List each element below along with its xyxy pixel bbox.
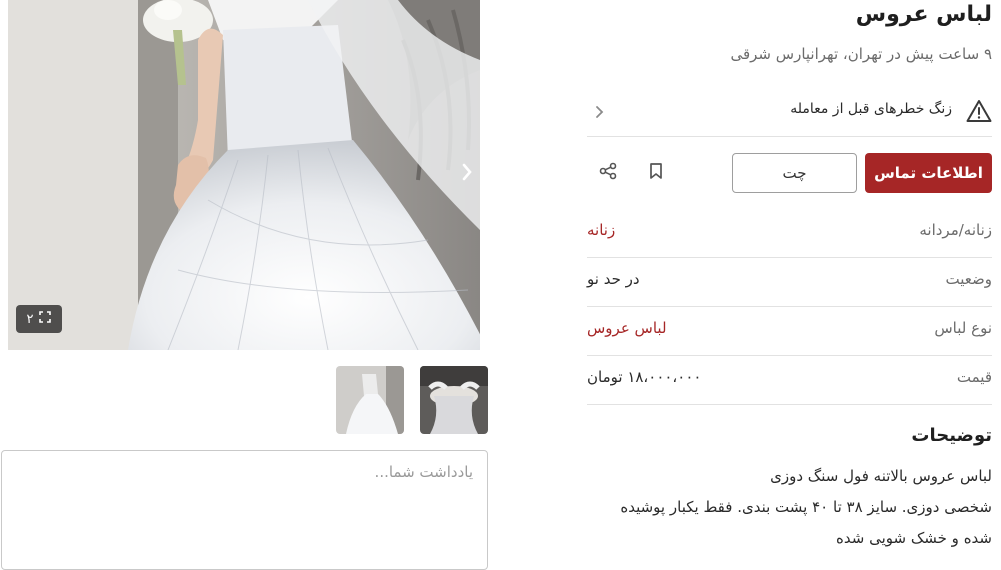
thumbnail-1[interactable] — [420, 366, 488, 434]
note-box[interactable]: یادداشت شما... — [1, 450, 488, 570]
note-input[interactable]: یادداشت شما... — [375, 463, 473, 481]
description-line: شده و خشک شویی شده — [836, 529, 992, 547]
description-line: لباس عروس بالاتنه فول سنگ دوزی — [770, 467, 992, 485]
attribute-key: نوع لباس — [934, 319, 992, 337]
bookmark-button[interactable] — [643, 160, 669, 186]
wedding-dress-photo — [8, 0, 480, 350]
description-heading: توضیحات — [911, 425, 992, 446]
share-button[interactable] — [595, 160, 621, 186]
image-counter[interactable]: ۲ — [16, 305, 62, 333]
bookmark-icon — [648, 162, 664, 184]
chevron-right-icon — [593, 104, 605, 120]
fullscreen-icon — [39, 311, 52, 327]
attribute-row-dress-type: نوع لباس لباس عروس — [587, 306, 992, 356]
contact-info-button[interactable]: اطلاعات تماس — [865, 153, 992, 193]
safety-tips-label: زنگ خطرهای قبل از معامله — [790, 101, 952, 117]
attribute-row-gender: زنانه/مردانه زنانه — [587, 208, 992, 258]
attribute-row-price: قیمت ۱۸،۰۰۰،۰۰۰ تومان — [587, 355, 992, 405]
chevron-right-icon[interactable] — [460, 162, 474, 182]
thumbnail-2[interactable] — [336, 366, 404, 434]
attribute-value-link[interactable]: زنانه — [587, 221, 615, 239]
listing-title: لباس عروس — [855, 2, 992, 27]
listing-subtitle: ۹ ساعت پیش در تهران، تهرانپارس شرقی — [730, 45, 992, 63]
attribute-key: زنانه/مردانه — [919, 221, 992, 239]
warning-triangle-icon — [966, 99, 992, 123]
attribute-value: در حد نو — [587, 270, 640, 288]
safety-tips-row[interactable]: زنگ خطرهای قبل از معامله — [587, 88, 992, 137]
image-count: ۲ — [26, 311, 34, 327]
main-image[interactable]: ۲ — [8, 0, 480, 350]
description-text: لباس عروس بالاتنه فول سنگ دوزی شخصی دوزی… — [602, 461, 992, 554]
attribute-value-link[interactable]: لباس عروس — [587, 319, 667, 337]
description-line: شخصی دوزی. سایز ۳۸ تا ۴۰ پشت بندی. فقط ی… — [620, 498, 992, 516]
chat-button[interactable]: چت — [732, 153, 857, 193]
price-value: ۱۸،۰۰۰،۰۰۰ تومان — [587, 368, 702, 386]
attribute-key: وضعیت — [945, 270, 992, 288]
attribute-row-condition: وضعیت در حد نو — [587, 257, 992, 307]
thumbnail-image — [336, 366, 404, 434]
attribute-key: قیمت — [956, 368, 992, 386]
share-icon — [599, 162, 617, 184]
thumbnail-image — [420, 366, 488, 434]
